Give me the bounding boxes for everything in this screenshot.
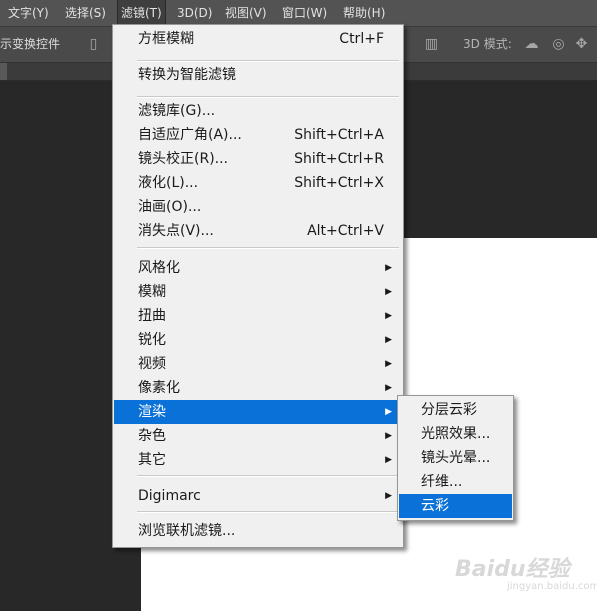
menu-item-blur[interactable]: 模糊 ▶ — [114, 280, 402, 304]
menu-item-liquify[interactable]: 液化(L)... Shift+Ctrl+X — [114, 171, 402, 195]
submenu-item-fibers[interactable]: 纤维... — [399, 470, 512, 494]
menu-item-oil-paint[interactable]: 油画(O)... — [114, 195, 402, 219]
menu-item-stylize[interactable]: 风格化 ▶ — [114, 256, 402, 280]
menu-item-pixelate[interactable]: 像素化 ▶ — [114, 376, 402, 400]
document-tab[interactable] — [0, 63, 7, 80]
menu-select[interactable]: 选择(S) — [65, 0, 106, 26]
menu-item-last-filter[interactable]: 方框模糊 Ctrl+F — [114, 27, 402, 51]
submenu-item-clouds[interactable]: 云彩 — [399, 494, 512, 518]
submenu-arrow-icon: ▶ — [385, 455, 392, 465]
menu-separator — [137, 96, 399, 98]
submenu-arrow-icon: ▶ — [385, 383, 392, 393]
render-submenu: 分层云彩 光照效果... 镜头光晕... 纤维... 云彩 — [397, 395, 514, 521]
watermark-url: jingyan.baidu.com — [507, 581, 597, 592]
menu-item-render[interactable]: 渲染 ▶ — [114, 400, 402, 424]
menu-item-noise[interactable]: 杂色 ▶ — [114, 424, 402, 448]
menu-view[interactable]: 视图(V) — [225, 0, 267, 26]
menu-item-convert-smart-filters[interactable]: 转换为智能滤镜 — [114, 63, 402, 87]
3d-pan-icon[interactable]: ✥ — [574, 37, 589, 52]
menu-type[interactable]: 文字(Y) — [8, 0, 49, 26]
menu-help[interactable]: 帮助(H) — [343, 0, 385, 26]
3d-mode-label: 3D 模式: — [463, 37, 512, 51]
menu-item-distort[interactable]: 扭曲 ▶ — [114, 304, 402, 328]
submenu-item-lighting-effects[interactable]: 光照效果... — [399, 422, 512, 446]
submenu-arrow-icon: ▶ — [385, 335, 392, 345]
submenu-arrow-icon: ▶ — [385, 407, 392, 417]
menu-separator — [137, 511, 399, 513]
submenu-arrow-icon: ▶ — [385, 311, 392, 321]
menu-item-filter-gallery[interactable]: 滤镜库(G)... — [114, 99, 402, 123]
submenu-item-lens-flare[interactable]: 镜头光晕... — [399, 446, 512, 470]
menu-item-browse-filters-online[interactable]: 浏览联机滤镜... — [114, 519, 402, 543]
menu-separator — [137, 247, 399, 249]
menu-bar: 文字(Y) 选择(S) 滤镜(T) 3D(D) 视图(V) 窗口(W) 帮助(H… — [0, 0, 597, 27]
baidu-watermark: Baidu经验 jingyan.baidu.com — [455, 545, 597, 595]
menu-item-video[interactable]: 视频 ▶ — [114, 352, 402, 376]
distribute-icon[interactable]: ▥ — [424, 37, 439, 52]
menu-item-digimarc[interactable]: Digimarc ▶ — [114, 484, 402, 508]
3d-orbit-icon[interactable]: ☁ — [524, 37, 539, 52]
show-transform-controls-label[interactable]: 示变换控件 — [0, 27, 60, 62]
filter-menu: 方框模糊 Ctrl+F 转换为智能滤镜 滤镜库(G)... 自适应广角(A)..… — [112, 24, 404, 548]
submenu-arrow-icon: ▶ — [385, 491, 392, 501]
menu-separator — [137, 60, 399, 62]
menu-filter[interactable]: 滤镜(T) — [117, 0, 166, 27]
submenu-item-difference-clouds[interactable]: 分层云彩 — [399, 398, 512, 422]
align-left-icon[interactable]: ▯ — [86, 37, 101, 52]
submenu-arrow-icon: ▶ — [385, 287, 392, 297]
submenu-arrow-icon: ▶ — [385, 359, 392, 369]
menu-item-other[interactable]: 其它 ▶ — [114, 448, 402, 472]
menu-item-adaptive-wide-angle[interactable]: 自适应广角(A)... Shift+Ctrl+A — [114, 123, 402, 147]
3d-roll-icon[interactable]: ◎ — [551, 37, 566, 52]
submenu-arrow-icon: ▶ — [385, 431, 392, 441]
menu-item-lens-correction[interactable]: 镜头校正(R)... Shift+Ctrl+R — [114, 147, 402, 171]
menu-item-sharpen[interactable]: 锐化 ▶ — [114, 328, 402, 352]
watermark-logo: Baidu经验 — [455, 557, 570, 582]
submenu-arrow-icon: ▶ — [385, 263, 392, 273]
menu-separator — [137, 475, 399, 477]
menu-3d[interactable]: 3D(D) — [177, 0, 212, 26]
menu-window[interactable]: 窗口(W) — [282, 0, 327, 26]
menu-item-vanishing-point[interactable]: 消失点(V)... Alt+Ctrl+V — [114, 219, 402, 243]
